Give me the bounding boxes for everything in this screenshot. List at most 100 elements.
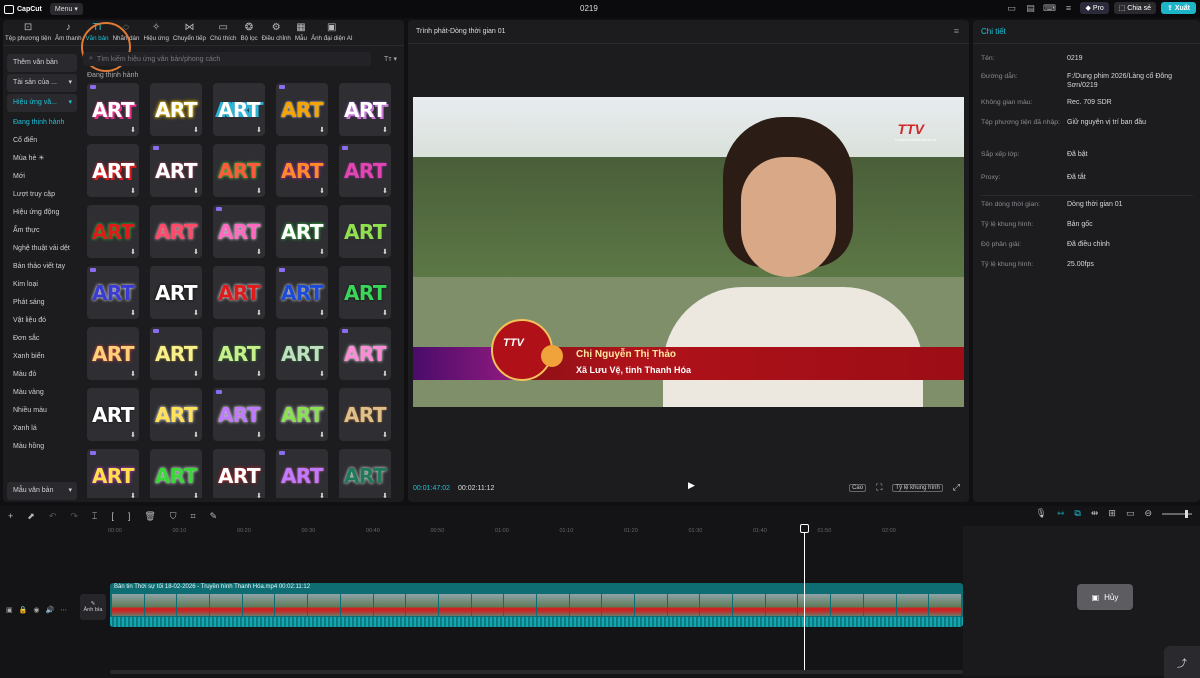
- play-icon[interactable]: ▶: [688, 480, 695, 491]
- download-icon[interactable]: ⬇: [319, 126, 325, 134]
- more-icon[interactable]: ⋯: [60, 606, 67, 614]
- text-effect-tile[interactable]: ART ⬇: [276, 205, 328, 258]
- sidebar-item[interactable]: Nhiều màu: [7, 402, 77, 420]
- text-effect-tile[interactable]: ART ⬇: [339, 144, 391, 197]
- text-effect-tile[interactable]: ART ⬇: [339, 388, 391, 441]
- zoom-slider[interactable]: [1162, 509, 1192, 518]
- text-effect-tile[interactable]: ART ⬇: [213, 449, 265, 498]
- download-icon[interactable]: ⬇: [319, 248, 325, 256]
- fit-icon[interactable]: ⛶: [874, 482, 884, 493]
- cancel-button[interactable]: ▣ Hủy: [1077, 584, 1133, 610]
- text-effect-tile[interactable]: ART ⬇: [213, 144, 265, 197]
- cover-button[interactable]: ✎ Ảnh bìa: [80, 594, 106, 620]
- snap-icon[interactable]: ⇹: [1091, 508, 1099, 519]
- select-icon[interactable]: ⬈: [27, 511, 35, 522]
- monitor-icon[interactable]: ▤: [1023, 2, 1037, 14]
- text-effect-tile[interactable]: ART ⬇: [276, 83, 328, 136]
- sidebar-item[interactable]: Màu đỏ: [7, 366, 77, 384]
- text-effect-tile[interactable]: ART ⬇: [150, 388, 202, 441]
- download-icon[interactable]: ⬇: [193, 187, 199, 195]
- text-effect-tile[interactable]: ART ⬇: [150, 327, 202, 380]
- text-effect-tile[interactable]: ART ⬇: [276, 327, 328, 380]
- text-effect-tile[interactable]: ART ⬇: [339, 327, 391, 380]
- playhead-handle[interactable]: [800, 524, 809, 533]
- download-icon[interactable]: ⬇: [256, 370, 262, 378]
- tab-9[interactable]: ▦ Mẫu: [295, 20, 307, 45]
- sidebar-item[interactable]: Nghệ thuật vải dệt: [7, 240, 77, 258]
- tab-1[interactable]: ♪ Âm thanh: [55, 20, 81, 45]
- preview-axis-icon[interactable]: ⊞: [1108, 508, 1116, 519]
- text-effect-tile[interactable]: ART ⬇: [339, 205, 391, 258]
- sidebar-item[interactable]: Mới: [7, 168, 77, 186]
- download-icon[interactable]: ⬇: [130, 431, 136, 439]
- settings-icon[interactable]: ≡: [1061, 2, 1075, 14]
- timeline-scrollbar[interactable]: [110, 670, 963, 674]
- text-effect-tile[interactable]: ART ⬇: [276, 388, 328, 441]
- text-effect-tile[interactable]: ART ⬇: [150, 266, 202, 319]
- shield-icon[interactable]: ⛉: [170, 511, 177, 522]
- download-icon[interactable]: ⬇: [319, 187, 325, 195]
- caption-icon[interactable]: ▭: [1126, 508, 1135, 519]
- keyboard-icon[interactable]: ⌨: [1042, 2, 1056, 14]
- download-icon[interactable]: ⬇: [193, 126, 199, 134]
- download-icon[interactable]: ⬇: [382, 126, 388, 134]
- eye-icon[interactable]: ▣: [6, 606, 13, 614]
- menu-icon[interactable]: ≡: [954, 26, 959, 36]
- download-icon[interactable]: ⬇: [130, 492, 136, 498]
- download-icon[interactable]: ⬇: [193, 492, 199, 498]
- text-effect-tile[interactable]: ART ⬇: [213, 388, 265, 441]
- sidebar-item[interactable]: Bản thảo viết tay: [7, 258, 77, 276]
- redo-icon[interactable]: ↷: [70, 511, 78, 522]
- undo-icon[interactable]: ↶: [49, 511, 57, 522]
- download-icon[interactable]: ⬇: [130, 187, 136, 195]
- tab-7[interactable]: ❂ Bộ lọc: [240, 20, 257, 45]
- delete-icon[interactable]: 🗑: [144, 511, 155, 522]
- visibility-icon[interactable]: ◉: [33, 606, 39, 614]
- add-icon[interactable]: +: [8, 511, 13, 521]
- export-button[interactable]: ⇪ Xuất: [1161, 2, 1196, 14]
- sidebar-item[interactable]: Hiệu ứng động: [7, 204, 77, 222]
- download-icon[interactable]: ⬇: [382, 431, 388, 439]
- tab-8[interactable]: ⚙ Điều chỉnh: [262, 20, 291, 45]
- download-icon[interactable]: ⬇: [382, 370, 388, 378]
- sidebar-item[interactable]: Xanh lá: [7, 420, 77, 438]
- text-effect-tile[interactable]: ART ⬇: [276, 144, 328, 197]
- text-effect-tile[interactable]: ART ⬇: [213, 327, 265, 380]
- download-icon[interactable]: ⬇: [130, 248, 136, 256]
- text-effect-tile[interactable]: ART ⬇: [150, 449, 202, 498]
- download-icon[interactable]: ⬇: [382, 309, 388, 317]
- search-input[interactable]: ⌕ Tìm kiếm hiệu ứng văn bản/phong cách: [83, 52, 371, 66]
- filter-button[interactable]: Tт ▾: [384, 55, 397, 63]
- text-effect-tile[interactable]: ART ⬇: [87, 327, 139, 380]
- sidebar-item[interactable]: Màu vàng: [7, 384, 77, 402]
- text-effect-tile[interactable]: ART ⬇: [150, 205, 202, 258]
- download-icon[interactable]: ⬇: [193, 309, 199, 317]
- playhead[interactable]: [804, 524, 805, 674]
- download-icon[interactable]: ⬇: [319, 431, 325, 439]
- sidebar-item[interactable]: Đơn sắc: [7, 330, 77, 348]
- tab-3[interactable]: ◌ Nhãn dán: [113, 20, 140, 45]
- text-effect-tile[interactable]: ART ⬇: [276, 449, 328, 498]
- text-effect-tile[interactable]: ART ⬇: [339, 83, 391, 136]
- download-icon[interactable]: ⬇: [256, 492, 262, 498]
- split-icon[interactable]: ⌶: [92, 511, 97, 522]
- time-ruler[interactable]: 00:00 00:10 00:20 00:30 00:40 00:50 01:00 01:10…: [108, 526, 963, 538]
- crop-icon[interactable]: ⌗: [191, 511, 196, 522]
- feedback-icon[interactable]: ⤴: [1164, 646, 1200, 678]
- text-effect-tile[interactable]: ART ⬇: [339, 266, 391, 319]
- sidebar-item[interactable]: Vật liệu đó: [7, 312, 77, 330]
- download-icon[interactable]: ⬇: [256, 431, 262, 439]
- tab-4[interactable]: ✧ Hiệu ứng: [143, 20, 168, 45]
- text-effect-tile[interactable]: ART ⬇: [276, 266, 328, 319]
- tab-6[interactable]: ▭ Chú thích: [210, 20, 236, 45]
- text-effect-tile[interactable]: ART ⬇: [87, 449, 139, 498]
- download-icon[interactable]: ⬇: [256, 248, 262, 256]
- sidebar-item[interactable]: Cổ điển: [7, 132, 77, 150]
- text-effect-tile[interactable]: ART ⬇: [213, 83, 265, 136]
- fullscreen-icon[interactable]: ⤢: [951, 482, 962, 493]
- trim-left-icon[interactable]: [: [111, 511, 114, 521]
- download-icon[interactable]: ⬇: [256, 126, 262, 134]
- layout-icon[interactable]: ▭: [1004, 2, 1018, 14]
- audio-icon[interactable]: 🔊: [45, 606, 54, 614]
- text-effect-tile[interactable]: ART ⬇: [87, 388, 139, 441]
